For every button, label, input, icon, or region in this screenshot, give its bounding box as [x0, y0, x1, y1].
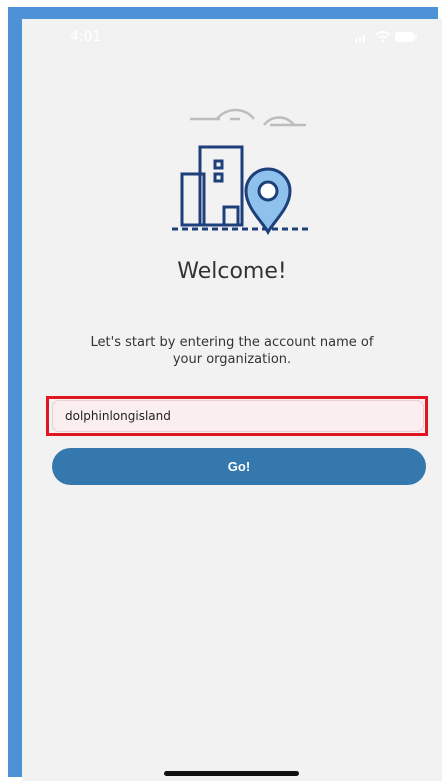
home-indicator [164, 771, 299, 776]
status-icons [354, 29, 418, 45]
wifi-icon [375, 31, 391, 43]
building-location-pin-icon [172, 108, 312, 236]
status-bar: 4:01 [22, 19, 442, 55]
status-time: 4:01 [70, 29, 102, 45]
account-name-input[interactable] [52, 400, 424, 432]
device-frame: 4:01 Welcome! Let's start by entering th… [8, 7, 442, 781]
instruction-text: Let's start by entering the account name… [90, 335, 374, 367]
app-screen: 4:01 Welcome! Let's start by entering th… [22, 19, 442, 781]
welcome-title: Welcome! [177, 259, 287, 284]
signal-icon [355, 35, 365, 42]
go-button[interactable]: Go! [52, 448, 426, 485]
battery-icon [395, 32, 417, 42]
